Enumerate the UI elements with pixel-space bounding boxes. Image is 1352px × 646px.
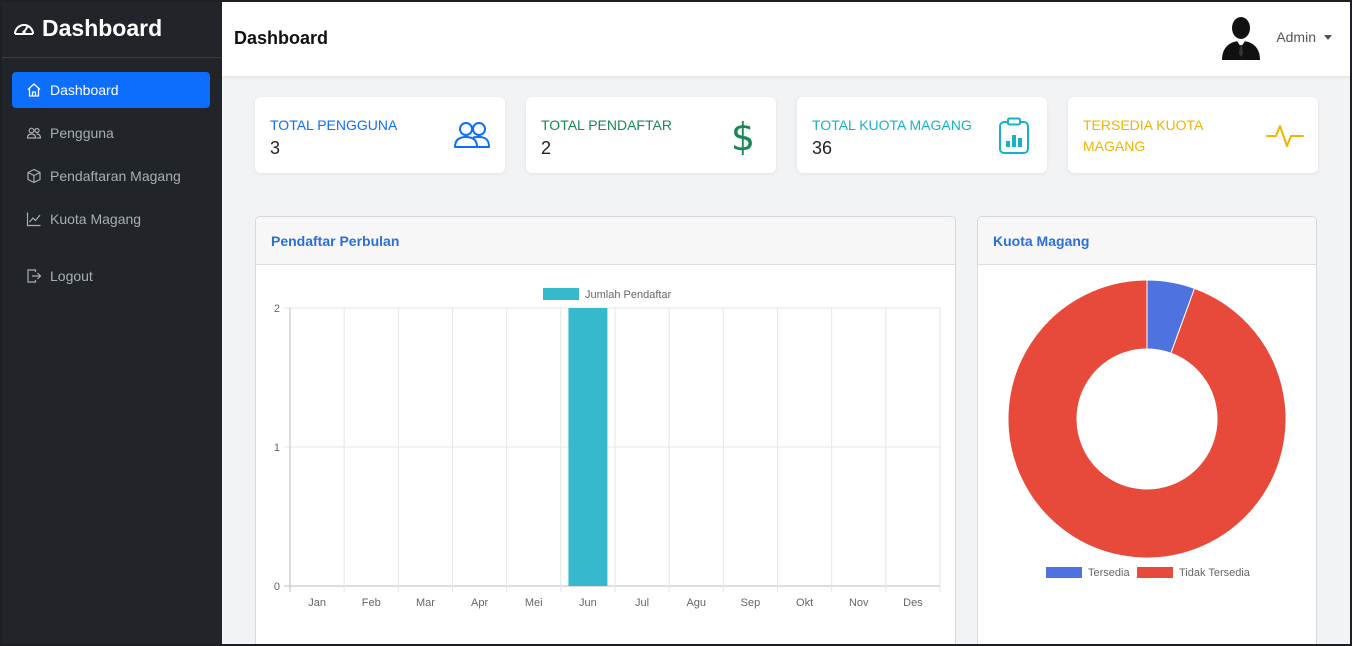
house-icon — [26, 82, 42, 98]
speedometer-icon — [14, 23, 34, 35]
panel-title: Kuota Magang — [978, 217, 1316, 265]
sidebar-item-label: Pendaftaran Magang — [50, 168, 181, 184]
stat-card-tersedia-kuota-magang: TERSEDIA KUOTA MAGANG — [1068, 97, 1318, 173]
stat-label: TOTAL PENGGUNA — [270, 117, 398, 133]
sidebar-item-logout[interactable]: Logout — [12, 258, 210, 294]
chevron-down-icon — [1324, 34, 1332, 40]
legend-swatch — [1046, 567, 1082, 578]
y-tick-label: 2 — [274, 303, 280, 315]
stat-label: TERSEDIA KUOTA MAGANG — [1083, 117, 1203, 154]
y-tick-label: 0 — [274, 581, 280, 593]
x-tick-label: Jan — [308, 597, 326, 609]
stat-value: 3 — [270, 138, 281, 158]
legend-label: Tidak Tersedia — [1179, 567, 1251, 579]
stat-value: 36 — [812, 138, 833, 158]
brand-title: Dashboard — [42, 15, 163, 41]
sidebar-item-label: Kuota Magang — [50, 211, 142, 227]
clipboard-data-icon — [999, 117, 1029, 154]
dollar-icon: $ — [731, 117, 755, 155]
brand[interactable]: Dashboard — [0, 0, 222, 58]
x-tick-label: Apr — [471, 597, 488, 609]
stat-card-total-pengguna: TOTAL PENGGUNA 3 — [255, 97, 505, 173]
sidebar-item-pendaftaran-magang[interactable]: Pendaftaran Magang — [12, 158, 210, 194]
stat-label: TOTAL KUOTA MAGANG — [812, 117, 972, 133]
x-tick-label: Feb — [362, 597, 381, 609]
sidebar-item-label: Dashboard — [50, 82, 119, 98]
x-tick-label: Jul — [635, 597, 649, 609]
activity-icon — [1266, 125, 1304, 147]
avatar — [1222, 17, 1261, 60]
donut-chart: Tersedia Tidak Tersedia — [1007, 279, 1287, 579]
sidebar-item-label: Logout — [50, 268, 93, 284]
user-menu[interactable]: Admin — [1220, 14, 1332, 60]
y-tick-label: 1 — [274, 442, 280, 454]
x-tick-label: Mar — [416, 597, 435, 609]
users-icon — [454, 122, 490, 148]
panel-pendaftar-perbulan: Pendaftar Perbulan Jumlah Pendaftar 0 1 2 Ja… — [255, 216, 956, 646]
x-tick-label: Nov — [849, 597, 869, 609]
legend-label: Jumlah Pendaftar — [585, 289, 672, 301]
sidebar-nav: Dashboard Pengguna Pendaftaran Magang Ku… — [0, 58, 222, 294]
box-icon — [26, 168, 42, 184]
x-tick-label: Sep — [741, 597, 761, 609]
people-icon — [26, 125, 42, 141]
x-tick-label: Jun — [579, 597, 597, 609]
bar-chart: Jumlah Pendaftar 0 1 2 Jan Feb Mar Apr Mei Jun Jul… — [274, 288, 941, 609]
panel-kuota-magang: Kuota Magang Tersedia Tidak Tersedia — [977, 216, 1317, 646]
stat-card-total-kuota-magang: TOTAL KUOTA MAGANG 36 — [797, 97, 1047, 173]
x-tick-label: Okt — [796, 597, 813, 609]
x-tick-label: Des — [903, 597, 923, 609]
sidebar-item-pengguna[interactable]: Pengguna — [12, 115, 210, 151]
sidebar: Dashboard Dashboard Pengguna Pendaftaran… — [0, 0, 222, 646]
legend-swatch — [543, 288, 579, 300]
svg-text:$: $ — [731, 117, 755, 155]
bar-jun — [568, 308, 608, 586]
stat-label: TOTAL PENDAFTAR — [541, 117, 672, 133]
legend-label: Tersedia — [1088, 567, 1130, 579]
x-tick-label: Agu — [686, 597, 706, 609]
stat-card-total-pendaftar: TOTAL PENDAFTAR 2 $ — [526, 97, 776, 173]
panel-title: Pendaftar Perbulan — [256, 217, 955, 265]
sidebar-item-label: Pengguna — [50, 125, 114, 141]
slice-tidak-tersedia — [1007, 279, 1287, 559]
topbar: Dashboard Admin — [222, 0, 1352, 76]
stat-value: 2 — [541, 138, 552, 158]
graph-up-icon — [26, 211, 42, 227]
x-tick-label: Mei — [525, 597, 543, 609]
legend-swatch — [1137, 567, 1173, 578]
sidebar-item-dashboard[interactable]: Dashboard — [12, 72, 210, 108]
legend: Jumlah Pendaftar — [543, 288, 672, 301]
logout-icon — [26, 268, 42, 284]
page-title: Dashboard — [234, 28, 329, 48]
legend: Tersedia Tidak Tersedia — [1046, 567, 1251, 579]
user-name: Admin — [1276, 29, 1316, 45]
sidebar-item-kuota-magang[interactable]: Kuota Magang — [12, 201, 210, 237]
